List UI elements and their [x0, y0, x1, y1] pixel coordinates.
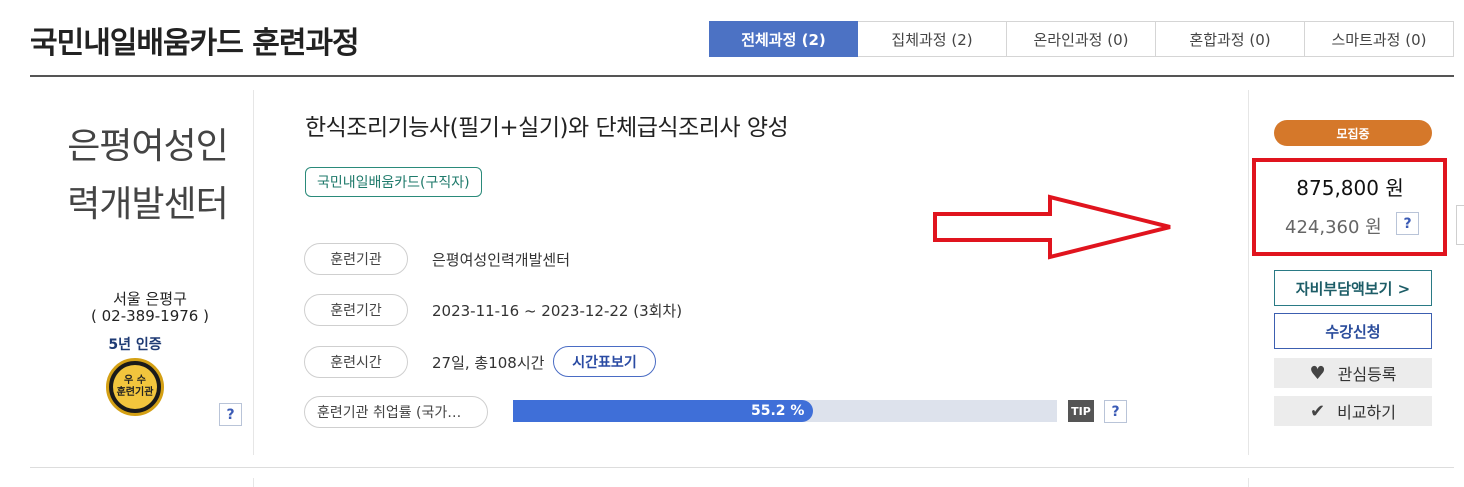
institution-phone: ( 02-389-1976 ) — [91, 307, 209, 325]
tab-blended-courses[interactable]: 혼합과정 (0) — [1156, 21, 1305, 57]
certification-label: 5년 인증 — [108, 337, 162, 353]
view-self-pay-button[interactable]: 자비부담액보기 > — [1274, 270, 1432, 306]
recruiting-status-badge: 모집중 — [1274, 120, 1432, 146]
institution-region: 서울 은평구 — [113, 290, 187, 308]
employment-help-button[interactable]: ? — [1104, 400, 1127, 423]
institution-label: 훈련기관 — [304, 243, 408, 275]
wishlist-label: 관심등록 — [1337, 365, 1397, 384]
column-divider-left-next — [253, 478, 254, 487]
institution-name[interactable]: 은평여성인 력개발센터 — [50, 118, 245, 234]
tab-group-courses[interactable]: 집체과정 (2) — [858, 21, 1007, 57]
column-divider-left — [253, 90, 254, 455]
employment-rate-value: 55.2 % — [751, 403, 805, 419]
red-arrow-icon — [933, 194, 1171, 260]
employment-rate-bar: 55.2 % — [513, 400, 1057, 422]
heart-icon: ♥ — [1309, 362, 1326, 384]
tab-smart-courses[interactable]: 스마트과정 (0) — [1305, 21, 1454, 57]
compare-button[interactable]: ✔ 비교하기 — [1274, 396, 1432, 426]
institution-name-line1: 은평여성인 — [67, 126, 229, 167]
tab-online-courses[interactable]: 온라인과정 (0) — [1007, 21, 1156, 57]
view-schedule-button[interactable]: 시간표보기 — [553, 346, 656, 377]
checkmark-icon: ✔ — [1310, 400, 1326, 422]
side-panel-tab[interactable] — [1456, 205, 1464, 245]
column-divider-right-next — [1248, 478, 1249, 487]
header-divider — [30, 75, 1454, 77]
institution-help-button[interactable]: ? — [219, 403, 242, 426]
institution-name-line2: 력개발센터 — [67, 184, 229, 225]
column-divider-right — [1248, 90, 1249, 455]
page-title: 국민내일배움카드 훈련과정 — [30, 26, 360, 61]
employment-rate-label: 훈련기관 취업률 (국가… — [304, 396, 488, 428]
card-type-tag: 국민내일배움카드(구직자) — [305, 167, 482, 197]
hours-label: 훈련시간 — [304, 346, 408, 378]
badge-line1: 우 수 — [124, 375, 146, 386]
hours-value: 27일, 총108시간 — [432, 354, 545, 372]
tab-all-courses[interactable]: 전체과정 (2) — [709, 21, 858, 57]
price-highlight-box — [1252, 158, 1447, 256]
institution-value: 은평여성인력개발센터 — [432, 251, 571, 269]
tip-icon[interactable]: TIP — [1068, 400, 1094, 422]
compare-label: 비교하기 — [1337, 403, 1396, 422]
row-divider — [30, 467, 1454, 468]
excellent-institution-badge-icon: 우 수 훈련기관 — [106, 358, 164, 416]
period-value: 2023-11-16 ~ 2023-12-22 (3회차) — [432, 302, 683, 320]
apply-button[interactable]: 수강신청 — [1274, 313, 1432, 349]
course-type-tabs: 전체과정 (2) 집체과정 (2) 온라인과정 (0) 혼합과정 (0) 스마트… — [709, 21, 1454, 57]
course-title[interactable]: 한식조리기능사(필기+실기)와 단체급식조리사 양성 — [305, 108, 789, 142]
period-label: 훈련기간 — [304, 294, 408, 326]
wishlist-button[interactable]: ♥ 관심등록 — [1274, 358, 1432, 388]
badge-line2: 훈련기관 — [116, 387, 154, 398]
